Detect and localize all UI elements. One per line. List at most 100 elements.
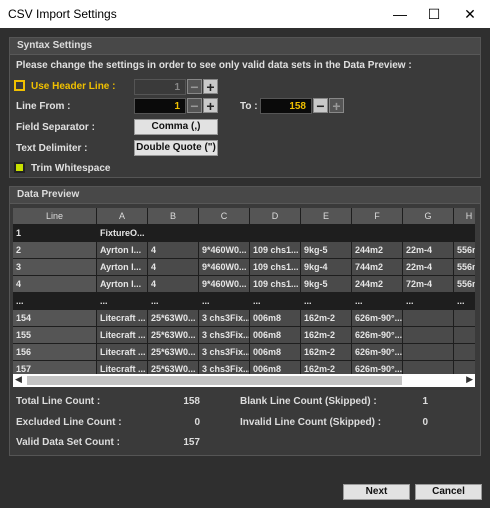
close-button[interactable]: ✕ [452, 0, 488, 28]
table-cell[interactable]: Litecraft ... [97, 344, 147, 360]
table-cell[interactable]: 9*460W0... [199, 259, 249, 275]
minimize-button[interactable]: — [382, 0, 418, 28]
table-row[interactable]: 154 Litecraft ... 25*63W0... 3 chs3Fix... 00… [13, 310, 475, 327]
column-header[interactable]: A [97, 208, 147, 224]
line-from-input[interactable]: 1 [134, 98, 186, 114]
table-cell[interactable]: 25*63W0... [148, 327, 198, 343]
table-cell[interactable]: 1 [13, 225, 96, 241]
table-row[interactable]: 155 Litecraft ... 25*63W0... 3 chs3Fix... 00… [13, 327, 475, 344]
field-separator-select[interactable]: Comma (,) [134, 119, 218, 135]
table-cell[interactable]: 162m-2 [301, 361, 351, 374]
table-row[interactable]: 4 Ayrton I... 4 9*460W0... 109 chs1... 9kg-5 2… [13, 276, 475, 293]
table-cell[interactable]: 3 [13, 259, 96, 275]
table-cell[interactable]: 155 [13, 327, 96, 343]
table-row[interactable]: 157 Litecraft ... 25*63W0... 3 chs3Fix... 00… [13, 361, 475, 374]
header-line-minus-button[interactable]: − [187, 79, 202, 94]
table-cell[interactable]: 3 chs3Fix... [199, 361, 249, 374]
table-row[interactable]: 1 FixtureO... [13, 225, 475, 242]
table-cell[interactable] [454, 361, 475, 374]
table-cell[interactable] [148, 225, 198, 241]
table-cell[interactable]: ... [13, 293, 96, 309]
table-row[interactable]: 3 Ayrton I... 4 9*460W0... 109 chs1... 9kg-4 7… [13, 259, 475, 276]
scroll-right-icon[interactable]: ▶ [466, 374, 473, 385]
column-header[interactable]: D [250, 208, 300, 224]
table-cell[interactable]: 4 [13, 276, 96, 292]
column-header[interactable]: F [352, 208, 402, 224]
table-cell[interactable]: Litecraft ... [97, 327, 147, 343]
table-cell[interactable]: 109 chs1... [250, 259, 300, 275]
table-cell[interactable]: ... [454, 293, 475, 309]
table-row[interactable]: 2 Ayrton I... 4 9*460W0... 109 chs1... 9kg-5 2… [13, 242, 475, 259]
table-cell[interactable]: 109 chs1... [250, 276, 300, 292]
table-cell[interactable]: 162m-2 [301, 327, 351, 343]
table-cell[interactable] [403, 310, 453, 326]
column-header[interactable]: B [148, 208, 198, 224]
table-cell[interactable]: 157 [13, 361, 96, 374]
table-cell[interactable]: 9kg-4 [301, 259, 351, 275]
header-line-plus-button[interactable]: + [203, 79, 218, 94]
horizontal-scrollbar[interactable]: ◀ ▶ [13, 374, 475, 387]
table-cell[interactable]: 626m-90°... [352, 361, 402, 374]
table-cell[interactable]: 22m-4 [403, 259, 453, 275]
line-from-minus-button[interactable]: − [187, 98, 202, 113]
table-cell[interactable]: 744m2 [352, 259, 402, 275]
table-cell[interactable]: 9*460W0... [199, 242, 249, 258]
table-cell[interactable]: 626m-90°... [352, 327, 402, 343]
table-cell[interactable]: 25*63W0... [148, 310, 198, 326]
text-delimiter-select[interactable]: Double Quote (") [134, 140, 218, 156]
table-cell[interactable] [352, 225, 402, 241]
table-cell[interactable]: 006m8 [250, 327, 300, 343]
column-header[interactable]: H [454, 208, 475, 224]
table-cell[interactable]: 556m [454, 259, 475, 275]
table-cell[interactable]: Ayrton I... [97, 276, 147, 292]
table-cell[interactable]: 156 [13, 344, 96, 360]
table-cell[interactable]: 109 chs1... [250, 242, 300, 258]
table-cell[interactable]: ... [403, 293, 453, 309]
column-header[interactable]: C [199, 208, 249, 224]
table-cell[interactable]: ... [199, 293, 249, 309]
table-cell[interactable]: 25*63W0... [148, 361, 198, 374]
table-cell[interactable]: 3 chs3Fix... [199, 344, 249, 360]
table-cell[interactable]: 006m8 [250, 310, 300, 326]
table-row[interactable]: ........................... [13, 293, 475, 310]
table-cell[interactable] [403, 344, 453, 360]
table-cell[interactable]: 4 [148, 242, 198, 258]
table-cell[interactable]: ... [352, 293, 402, 309]
table-cell[interactable]: FixtureO... [97, 225, 147, 241]
table-cell[interactable]: 9*460W0... [199, 276, 249, 292]
table-cell[interactable]: 626m-90°... [352, 310, 402, 326]
table-cell[interactable] [301, 225, 351, 241]
table-cell[interactable]: ... [301, 293, 351, 309]
table-cell[interactable] [454, 310, 475, 326]
table-cell[interactable]: Litecraft ... [97, 361, 147, 374]
table-cell[interactable]: Litecraft ... [97, 310, 147, 326]
table-cell[interactable] [454, 344, 475, 360]
table-cell[interactable] [403, 225, 453, 241]
use-header-checkbox[interactable] [14, 80, 25, 91]
trim-whitespace-checkbox[interactable] [14, 162, 25, 173]
scroll-left-icon[interactable]: ◀ [15, 374, 22, 385]
table-cell[interactable]: 22m-4 [403, 242, 453, 258]
table-cell[interactable]: 556m [454, 276, 475, 292]
table-cell[interactable]: Ayrton I... [97, 259, 147, 275]
column-header[interactable]: G [403, 208, 453, 224]
table-cell[interactable]: 3 chs3Fix... [199, 310, 249, 326]
table-cell[interactable]: 244m2 [352, 276, 402, 292]
table-cell[interactable]: 006m8 [250, 344, 300, 360]
table-cell[interactable]: ... [148, 293, 198, 309]
table-cell[interactable]: 006m8 [250, 361, 300, 374]
table-cell[interactable] [199, 225, 249, 241]
column-header[interactable]: E [301, 208, 351, 224]
table-cell[interactable]: 162m-2 [301, 310, 351, 326]
table-cell[interactable] [403, 361, 453, 374]
table-cell[interactable]: 626m-90°... [352, 344, 402, 360]
table-cell[interactable] [403, 327, 453, 343]
next-button[interactable]: Next [343, 484, 410, 500]
table-cell[interactable]: 9kg-5 [301, 276, 351, 292]
table-cell[interactable] [454, 327, 475, 343]
table-cell[interactable]: 25*63W0... [148, 344, 198, 360]
header-line-input[interactable]: 1 [134, 79, 186, 95]
table-cell[interactable]: 2 [13, 242, 96, 258]
table-cell[interactable]: 9kg-5 [301, 242, 351, 258]
table-row[interactable]: 156 Litecraft ... 25*63W0... 3 chs3Fix... 00… [13, 344, 475, 361]
